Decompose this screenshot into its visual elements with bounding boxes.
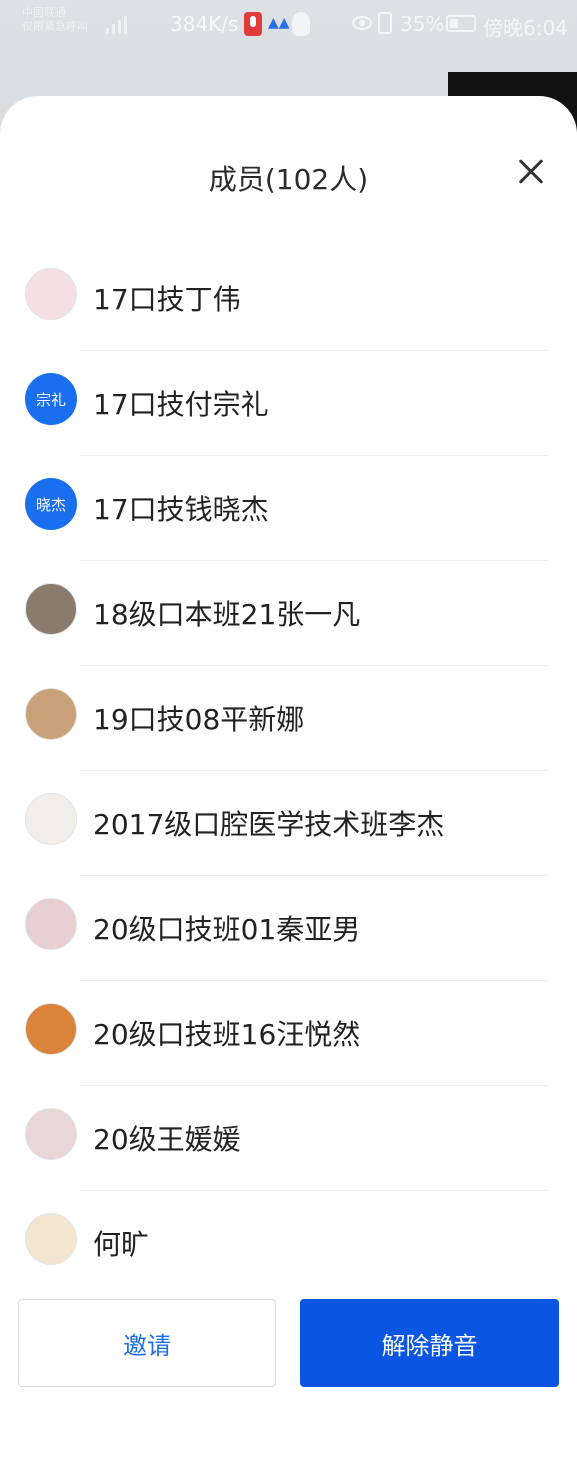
member-list[interactable]: 17口技丁伟宗礼 17口技付宗礼晓杰 17口技钱晓杰 18级口本班21张一凡 19口技0… xyxy=(0,246,577,1296)
vibrate-icon xyxy=(378,12,392,34)
member-name: 20级王媛媛 xyxy=(93,1123,241,1156)
member-row[interactable]: 19口技08平新娜 xyxy=(0,666,577,771)
member-row[interactable]: 17口技丁伟 xyxy=(0,246,577,351)
app-notification-icon: ▲▲ xyxy=(268,15,290,31)
avatar[interactable] xyxy=(25,583,77,635)
status-bar: 中国联通 仅限紧急呼叫 384K/s ▲▲ 35% 傍晚6:04 xyxy=(0,0,577,52)
qq-icon xyxy=(292,12,310,36)
member-name: 何旷 xyxy=(93,1228,150,1261)
member-name: 20级口技班16汪悦然 xyxy=(93,1018,361,1051)
avatar[interactable]: 晓杰 xyxy=(25,478,77,530)
member-name: 17口技付宗礼 xyxy=(93,388,269,421)
microphone-icon xyxy=(244,12,262,36)
clock: 傍晚6:04 xyxy=(483,16,568,40)
battery-percent: 35% xyxy=(400,12,445,36)
member-name: 17口技丁伟 xyxy=(93,283,241,316)
unmute-button[interactable]: 解除静音 xyxy=(300,1299,559,1387)
close-icon[interactable] xyxy=(513,154,549,190)
eye-comfort-icon xyxy=(352,16,372,30)
avatar[interactable] xyxy=(25,1003,77,1055)
battery-icon xyxy=(446,15,476,32)
avatar[interactable] xyxy=(25,793,77,845)
member-name: 17口技钱晓杰 xyxy=(93,493,269,526)
member-row[interactable]: 何旷 xyxy=(0,1191,577,1296)
member-name: 18级口本班21张一凡 xyxy=(93,598,361,631)
member-name: 20级口技班01秦亚男 xyxy=(93,913,361,946)
avatar[interactable] xyxy=(25,898,77,950)
member-name: 2017级口腔医学技术班李杰 xyxy=(93,808,445,841)
member-name: 19口技08平新娜 xyxy=(93,703,305,736)
member-row[interactable]: 宗礼 17口技付宗礼 xyxy=(0,351,577,456)
carrier-status: 仅限紧急呼叫 xyxy=(22,20,88,33)
avatar[interactable] xyxy=(25,1108,77,1160)
network-speed: 384K/s xyxy=(170,12,239,36)
member-row[interactable]: 20级口技班01秦亚男 xyxy=(0,876,577,981)
member-row[interactable]: 20级王媛媛 xyxy=(0,1086,577,1191)
member-row[interactable]: 18级口本班21张一凡 xyxy=(0,561,577,666)
member-row[interactable]: 20级口技班16汪悦然 xyxy=(0,981,577,1086)
avatar[interactable] xyxy=(25,688,77,740)
avatar[interactable] xyxy=(25,268,77,320)
sheet-title: 成员(102人) xyxy=(208,163,369,196)
avatar[interactable] xyxy=(25,1213,77,1265)
signal-icon xyxy=(106,16,127,34)
carrier-name: 中国联通 xyxy=(22,6,66,19)
invite-button[interactable]: 邀请 xyxy=(18,1299,276,1387)
avatar[interactable]: 宗礼 xyxy=(25,373,77,425)
carrier-info: 中国联通 仅限紧急呼叫 xyxy=(22,6,102,34)
member-row[interactable]: 2017级口腔医学技术班李杰 xyxy=(0,771,577,876)
member-row[interactable]: 晓杰 17口技钱晓杰 xyxy=(0,456,577,561)
members-sheet: 成员(102人) 17口技丁伟宗礼 17口技付宗礼晓杰 17口技钱晓杰 18级口本班2… xyxy=(0,96,577,1457)
